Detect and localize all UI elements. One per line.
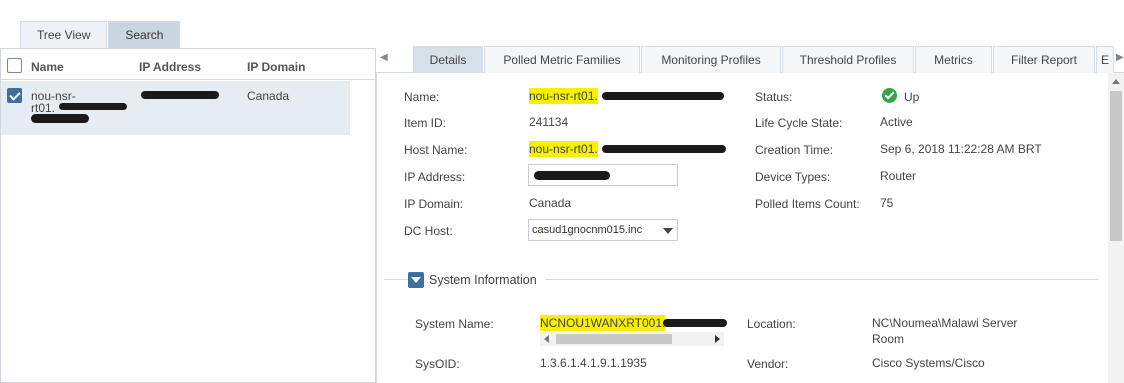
column-header-ip-domain[interactable]: IP Domain: [247, 60, 305, 74]
left-tab-bar: Tree View Search: [20, 21, 181, 48]
location-value-line1: NC\Noumea\Malawi Server: [872, 316, 1018, 330]
sysoid-label: SysOID:: [415, 357, 460, 371]
tab-filter-report[interactable]: Filter Report: [993, 46, 1095, 73]
dc-host-select[interactable]: casud1gnocnm015.inc: [528, 219, 678, 241]
polled-items-label: Polled Items Count:: [755, 197, 860, 211]
chevron-right-icon[interactable]: ▶: [1116, 52, 1124, 63]
tab-monitoring-profiles[interactable]: Monitoring Profiles: [641, 46, 781, 73]
redaction-mark: [534, 171, 610, 180]
section-divider: [384, 279, 408, 280]
ip-domain-value: Canada: [529, 196, 572, 210]
polled-items-value: 75: [880, 196, 894, 210]
name-value-text: nou-nsr-rt01.: [529, 88, 598, 104]
column-header-name[interactable]: Name: [31, 60, 64, 74]
name-label: Name:: [404, 90, 440, 104]
column-header-ip-address[interactable]: IP Address: [139, 60, 201, 74]
redaction-mark: [602, 145, 726, 153]
redaction-mark: [663, 319, 727, 327]
item-id-value: 241134: [529, 115, 569, 129]
redaction-mark: [602, 92, 724, 100]
details-panel: Name: nou-nsr-rt01. Item ID: 241134 Host…: [376, 73, 1124, 383]
redaction-mark: [141, 91, 219, 99]
creation-time-value: Sep 6, 2018 11:22:28 AM BRT: [880, 142, 1042, 156]
row-ip-domain: Canada: [247, 89, 290, 103]
tab-tree-view[interactable]: Tree View: [20, 21, 108, 48]
tab-search[interactable]: Search: [108, 21, 181, 48]
detail-tab-bar: ◀ Details Polled Metric Families Monitor…: [376, 46, 1124, 73]
tab-overflow[interactable]: E: [1096, 46, 1114, 73]
tab-threshold-profiles[interactable]: Threshold Profiles: [782, 46, 914, 73]
row-name-line2: rt01.: [31, 101, 56, 115]
creation-time-label: Creation Time:: [755, 143, 834, 157]
vendor-label: Vendor:: [747, 357, 789, 371]
system-name-value: NCNOU1WANXRT001.: [540, 315, 666, 331]
section-divider: [545, 279, 1098, 280]
table-row[interactable]: nou-nsr- rt01. Canada: [1, 81, 350, 135]
chevron-up-icon[interactable]: [1112, 79, 1120, 84]
ip-address-label: IP Address:: [404, 170, 466, 184]
vendor-value: Cisco Systems/Cisco: [872, 356, 985, 370]
system-name-scrollbar[interactable]: [540, 332, 724, 346]
item-id-label: Item ID:: [404, 116, 447, 130]
scrollbar-thumb[interactable]: [556, 334, 672, 344]
ip-domain-label: IP Domain:: [404, 197, 464, 211]
chevron-down-icon[interactable]: [663, 228, 673, 234]
system-name-label: System Name:: [415, 317, 494, 331]
dc-host-label: DC Host:: [404, 224, 453, 238]
chevron-left-icon[interactable]: [544, 335, 549, 343]
tab-details[interactable]: Details: [413, 46, 483, 73]
tab-polled-metric-families[interactable]: Polled Metric Families: [484, 46, 640, 73]
dc-host-selected-value: casud1gnocnm015.inc: [532, 224, 643, 236]
host-name-label: Host Name:: [404, 143, 468, 157]
lifecycle-value: Active: [880, 115, 913, 129]
collapse-toggle-icon[interactable]: [408, 272, 424, 288]
tab-metrics[interactable]: Metrics: [915, 46, 992, 73]
row-checkbox[interactable]: [7, 88, 22, 103]
host-name-value: nou-nsr-rt01.: [529, 141, 598, 157]
location-value-line2: Room: [872, 332, 905, 346]
status-value: Up: [904, 90, 920, 104]
chevron-left-icon[interactable]: ◀: [380, 52, 388, 63]
device-types-value: Router: [880, 169, 917, 183]
system-info-title: System Information: [429, 273, 537, 287]
device-types-label: Device Types:: [755, 170, 831, 184]
host-name-value-text: nou-nsr-rt01.: [529, 141, 598, 157]
search-results-pane: Name IP Address IP Domain nou-nsr- rt01.…: [0, 48, 376, 383]
select-all-checkbox[interactable]: [7, 58, 22, 73]
redaction-mark: [59, 103, 127, 110]
status-label: Status:: [755, 90, 793, 104]
check-circle-icon: [882, 88, 897, 103]
scrollbar-thumb[interactable]: [1110, 91, 1122, 241]
system-name-value-text: NCNOU1WANXRT001.: [540, 315, 666, 331]
sysoid-value: 1.3.6.1.4.1.9.1.1935: [540, 356, 647, 370]
location-label: Location:: [747, 317, 796, 331]
chevron-right-icon[interactable]: [715, 335, 720, 343]
redaction-mark: [31, 114, 89, 123]
results-table-header: Name IP Address IP Domain: [1, 49, 375, 80]
name-value: nou-nsr-rt01.: [529, 88, 598, 104]
details-scrollbar[interactable]: [1108, 73, 1124, 383]
lifecycle-label: Life Cycle State:: [755, 116, 843, 130]
